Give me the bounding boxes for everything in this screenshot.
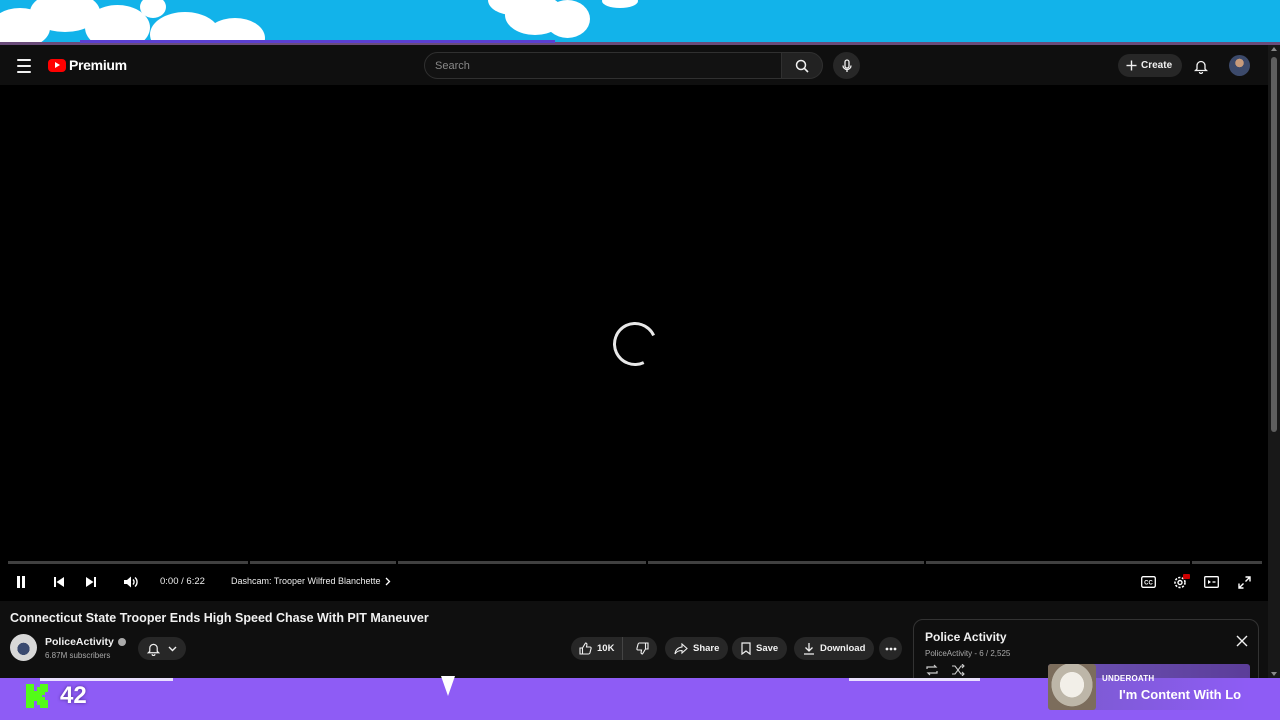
more-actions-button[interactable] bbox=[879, 637, 902, 660]
share-icon bbox=[674, 642, 688, 654]
loop-icon[interactable] bbox=[925, 664, 939, 676]
voice-search-button[interactable] bbox=[833, 52, 860, 79]
banner-divider-accent bbox=[80, 40, 555, 43]
chevron-down-icon bbox=[168, 646, 177, 651]
settings-button[interactable] bbox=[1170, 571, 1192, 593]
loading-spinner-icon bbox=[606, 315, 664, 373]
more-horizontal-icon bbox=[885, 647, 896, 650]
notifications-button[interactable] bbox=[1190, 55, 1212, 77]
subscriber-count: 6.87M subscribers bbox=[45, 651, 111, 660]
stream-banner bbox=[0, 0, 1280, 45]
search-input[interactable] bbox=[424, 52, 782, 79]
album-art bbox=[1048, 664, 1096, 710]
time-display: 0:00 / 6:22 bbox=[160, 576, 205, 587]
scroll-thumb[interactable] bbox=[1271, 57, 1277, 432]
pause-button[interactable] bbox=[12, 571, 30, 593]
now-playing-song: I'm Content With Lo bbox=[1119, 687, 1242, 702]
masthead: Premium Create bbox=[0, 45, 1268, 85]
progress-bar[interactable] bbox=[8, 561, 1262, 564]
miniplayer-button[interactable] bbox=[1201, 571, 1221, 593]
cloud bbox=[545, 0, 590, 38]
viewer-count: 42 bbox=[60, 682, 87, 709]
fullscreen-button[interactable] bbox=[1234, 571, 1254, 593]
save-label: Save bbox=[756, 643, 779, 654]
download-icon bbox=[804, 643, 814, 655]
chapter-segment[interactable] bbox=[8, 561, 248, 564]
page-scrollbar[interactable] bbox=[1268, 45, 1280, 678]
playlist-subtitle: PoliceActivity - 6 / 2,525 bbox=[925, 649, 1011, 658]
search-icon bbox=[795, 59, 809, 73]
captions-icon: CC bbox=[1140, 576, 1156, 588]
chapter-segment[interactable] bbox=[1192, 561, 1262, 564]
scroll-down-icon[interactable] bbox=[1271, 672, 1277, 676]
player-controls: 0:00 / 6:22 Dashcam: Trooper Wilfred Bla… bbox=[0, 571, 1268, 595]
volume-icon bbox=[124, 576, 138, 588]
chapter-segment[interactable] bbox=[648, 561, 924, 564]
previous-icon bbox=[54, 577, 64, 587]
subscription-notifications-button[interactable] bbox=[138, 637, 186, 660]
share-label: Share bbox=[693, 643, 720, 654]
chapter-segment[interactable] bbox=[250, 561, 396, 564]
download-label: Download bbox=[820, 643, 866, 654]
close-icon bbox=[1236, 635, 1248, 647]
playlist-actions bbox=[925, 664, 965, 676]
mute-button[interactable] bbox=[120, 571, 142, 593]
chapter-title: Dashcam: Trooper Wilfred Blanchette bbox=[231, 576, 381, 586]
next-icon bbox=[86, 577, 96, 587]
overlay-accent-line bbox=[40, 678, 173, 681]
cloud bbox=[140, 0, 166, 18]
gear-icon bbox=[1174, 574, 1190, 589]
thumbs-up-icon bbox=[579, 642, 592, 655]
captions-button[interactable]: CC bbox=[1138, 571, 1158, 593]
close-playlist-button[interactable] bbox=[1235, 634, 1249, 648]
account-avatar[interactable] bbox=[1229, 55, 1250, 76]
chapter-title-button[interactable]: Dashcam: Trooper Wilfred Blanchette bbox=[231, 576, 391, 586]
miniplayer-icon bbox=[1203, 576, 1219, 588]
chevron-right-icon bbox=[385, 577, 390, 585]
search-button[interactable] bbox=[781, 52, 823, 79]
pause-icon bbox=[17, 576, 25, 588]
chapter-segment[interactable] bbox=[398, 561, 646, 564]
share-button[interactable]: Share bbox=[665, 637, 729, 660]
video-player[interactable]: 0:00 / 6:22 Dashcam: Trooper Wilfred Bla… bbox=[0, 85, 1268, 601]
scroll-up-icon[interactable] bbox=[1271, 47, 1277, 51]
kick-logo-icon bbox=[26, 684, 48, 708]
youtube-premium-logo[interactable]: Premium bbox=[48, 57, 127, 73]
shuffle-icon[interactable] bbox=[951, 664, 965, 676]
thumbs-down-icon bbox=[636, 642, 649, 655]
next-button[interactable] bbox=[82, 571, 100, 593]
microphone-icon bbox=[841, 58, 852, 72]
channel-name-link[interactable]: PoliceActivity bbox=[45, 636, 126, 648]
bell-icon bbox=[1194, 60, 1208, 74]
fullscreen-icon bbox=[1237, 575, 1251, 589]
youtube-logo-icon bbox=[48, 58, 66, 72]
bell-icon bbox=[147, 643, 160, 656]
overlay-accent-line bbox=[849, 678, 980, 681]
logo-text: Premium bbox=[69, 57, 127, 73]
chapter-segment[interactable] bbox=[926, 561, 1190, 564]
playlist-title[interactable]: Police Activity bbox=[925, 630, 1007, 644]
previous-button[interactable] bbox=[50, 571, 68, 593]
create-label: Create bbox=[1141, 60, 1173, 71]
video-title: Connecticut State Trooper Ends High Spee… bbox=[10, 611, 429, 625]
channel-name: PoliceActivity bbox=[45, 636, 114, 648]
like-count: 10K bbox=[597, 643, 615, 654]
like-button[interactable]: 10K bbox=[571, 637, 624, 660]
verified-badge-icon bbox=[117, 638, 126, 646]
cloud bbox=[602, 0, 638, 8]
overlay-marker-icon bbox=[441, 676, 455, 696]
like-dislike-group: 10K bbox=[571, 637, 657, 660]
bookmark-icon bbox=[741, 642, 751, 655]
download-button[interactable]: Download bbox=[794, 637, 875, 660]
now-playing-artist: UNDEROATH bbox=[1102, 674, 1155, 683]
screen: Premium Create bbox=[0, 0, 1280, 720]
dislike-button[interactable] bbox=[628, 637, 657, 660]
create-button[interactable]: Create bbox=[1118, 54, 1183, 77]
save-button[interactable]: Save bbox=[732, 637, 788, 660]
channel-avatar[interactable] bbox=[10, 634, 37, 661]
plus-icon bbox=[1126, 60, 1137, 71]
menu-icon[interactable] bbox=[12, 54, 36, 78]
svg-text:CC: CC bbox=[1144, 581, 1153, 587]
